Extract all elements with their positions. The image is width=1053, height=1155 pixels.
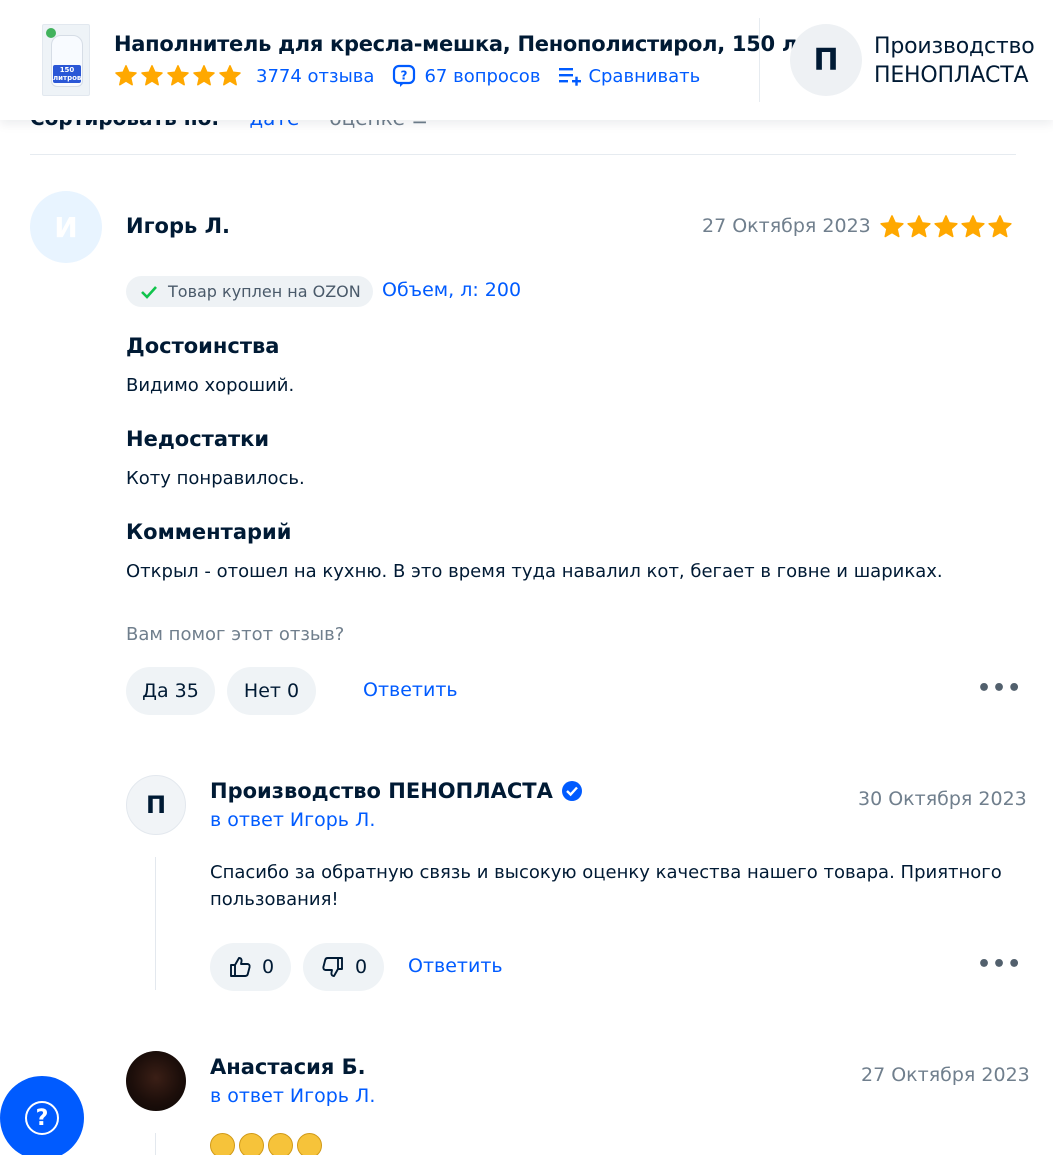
thread-line: [155, 857, 156, 990]
rating-stars: [114, 64, 242, 88]
star-icon: [192, 64, 216, 88]
star-icon: [218, 64, 242, 88]
star-icon: [906, 214, 932, 240]
seller-name-line2: ПЕНОПЛАСТА: [874, 63, 1029, 88]
reviewer-avatar: И: [30, 191, 102, 263]
emoji-row: [210, 1133, 322, 1155]
star-icon: [960, 214, 986, 240]
star-icon: [987, 214, 1013, 240]
like-button[interactable]: 0: [210, 943, 291, 991]
purchase-badge: Товар куплен на OZON: [126, 276, 373, 307]
star-icon: [166, 64, 190, 88]
questions-link[interactable]: 67 вопросов: [424, 66, 540, 87]
thumbs-down-icon: [322, 957, 343, 977]
svg-text:?: ?: [401, 69, 408, 83]
laughing-emoji-icon: [239, 1133, 264, 1155]
verified-icon: [561, 781, 582, 801]
star-icon: [879, 214, 905, 240]
reviews-link[interactable]: 3774 отзыва: [256, 66, 374, 87]
seller-name[interactable]: Производство ПЕНОПЛАСТА: [874, 32, 1035, 90]
cons-text: Коту понравилось.: [126, 468, 305, 489]
second-reply-to-link[interactable]: в ответ Игорь Л.: [210, 1085, 375, 1107]
seller-reply-reply-button[interactable]: Ответить: [408, 955, 503, 977]
helpful-no-button[interactable]: Нет 0: [227, 667, 316, 715]
like-count: 0: [262, 956, 275, 978]
variant-link[interactable]: Объем, л: 200: [382, 279, 521, 301]
questions-icon: ?: [392, 64, 416, 88]
pros-heading: Достоинства: [126, 334, 280, 358]
review-date: 27 Октября 2023: [702, 215, 871, 237]
product-meta: 3774 отзыва ? 67 вопросов Сравнивать: [114, 62, 700, 90]
check-badge-icon: [46, 28, 56, 38]
thumb-label: 150 литров: [53, 65, 82, 83]
reply-to-link[interactable]: в ответ Игорь Л.: [210, 809, 375, 831]
review-rating-stars: [879, 214, 1013, 240]
divider: [30, 154, 1016, 155]
dislike-count: 0: [355, 956, 368, 978]
seller-reply-author-name: Производство ПЕНОПЛАСТА: [210, 779, 553, 803]
checkmark-icon: [141, 285, 157, 299]
seller-reply-date: 30 Октября 2023: [858, 788, 1027, 810]
laughing-emoji-icon: [268, 1133, 293, 1155]
comment-text: Открыл - отошел на кухню. В это время ту…: [126, 561, 943, 582]
compare-link[interactable]: Сравнивать: [588, 66, 700, 87]
star-icon: [933, 214, 959, 240]
reply-button[interactable]: Ответить: [363, 679, 458, 701]
header-divider: [759, 18, 760, 102]
comment-heading: Комментарий: [126, 520, 292, 544]
second-reply-date: 27 Октября 2023: [861, 1064, 1030, 1086]
anastasia-avatar: [126, 1051, 186, 1111]
seller-reply-avatar: П: [126, 775, 186, 835]
seller-reply-text: Спасибо за обратную связь и высокую оцен…: [210, 862, 1002, 910]
seller-reply-author: Производство ПЕНОПЛАСТА: [210, 779, 583, 803]
pros-text: Видимо хороший.: [126, 375, 295, 396]
helpful-question: Вам помог этот отзыв?: [126, 624, 345, 645]
cons-heading: Недостатки: [126, 427, 270, 451]
laughing-emoji-icon: [297, 1133, 322, 1155]
help-button[interactable]: ?: [0, 1076, 84, 1155]
product-title[interactable]: Наполнитель для кресла-мешка, Пенополист…: [114, 32, 797, 56]
second-reply-author: Анастасия Б.: [210, 1055, 366, 1079]
more-options-icon[interactable]: •••: [977, 676, 1022, 701]
compare-icon: [558, 65, 582, 87]
dislike-button[interactable]: 0: [303, 943, 384, 991]
reviewer-name: Игорь Л.: [126, 214, 231, 238]
purchase-badge-label: Товар куплен на OZON: [168, 282, 361, 301]
thumbs-up-icon: [230, 957, 251, 977]
helpful-yes-button[interactable]: Да 35: [126, 667, 215, 715]
seller-name-line1: Производство: [874, 34, 1035, 59]
star-icon: [140, 64, 164, 88]
sticky-product-header: 150 литров Наполнитель для кресла-мешка,…: [0, 0, 1053, 120]
question-mark-icon: ?: [25, 1101, 59, 1135]
star-icon: [114, 64, 138, 88]
thread-line-2: [155, 1133, 156, 1155]
laughing-emoji-icon: [210, 1133, 235, 1155]
seller-reply-more-icon[interactable]: •••: [977, 952, 1022, 977]
seller-avatar[interactable]: П: [790, 24, 862, 96]
product-thumbnail[interactable]: 150 литров: [42, 24, 90, 96]
